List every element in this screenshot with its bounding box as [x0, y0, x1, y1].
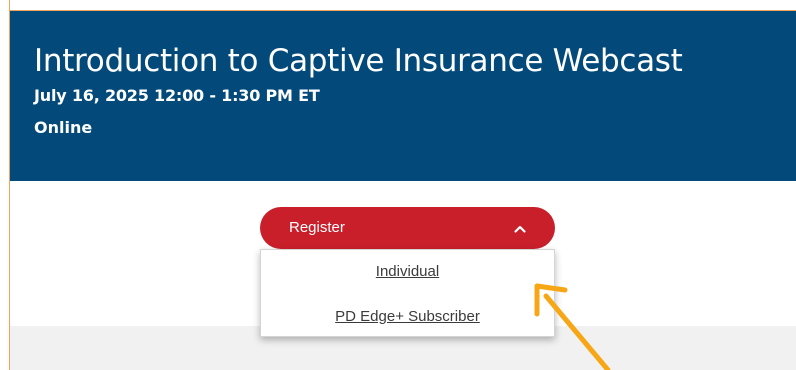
pointer-arrow-icon — [534, 283, 611, 370]
register-dropdown-button[interactable]: Register — [260, 207, 555, 249]
screenshot-frame-left — [0, 0, 10, 370]
register-option-pd-edge-subscriber[interactable]: PD Edge+ Subscriber — [261, 307, 554, 327]
register-options-menu: Individual PD Edge+ Subscriber — [260, 249, 555, 337]
event-header: Introduction to Captive Insurance Webcas… — [10, 11, 796, 181]
register-button-label: Register — [289, 219, 345, 236]
chevron-up-icon — [514, 225, 526, 233]
event-location: Online — [34, 118, 93, 137]
event-title: Introduction to Captive Insurance Webcas… — [34, 43, 683, 79]
register-option-individual[interactable]: Individual — [261, 262, 554, 282]
screenshot-frame-top — [0, 0, 796, 11]
event-date-time: July 16, 2025 12:00 - 1:30 PM ET — [34, 86, 320, 105]
